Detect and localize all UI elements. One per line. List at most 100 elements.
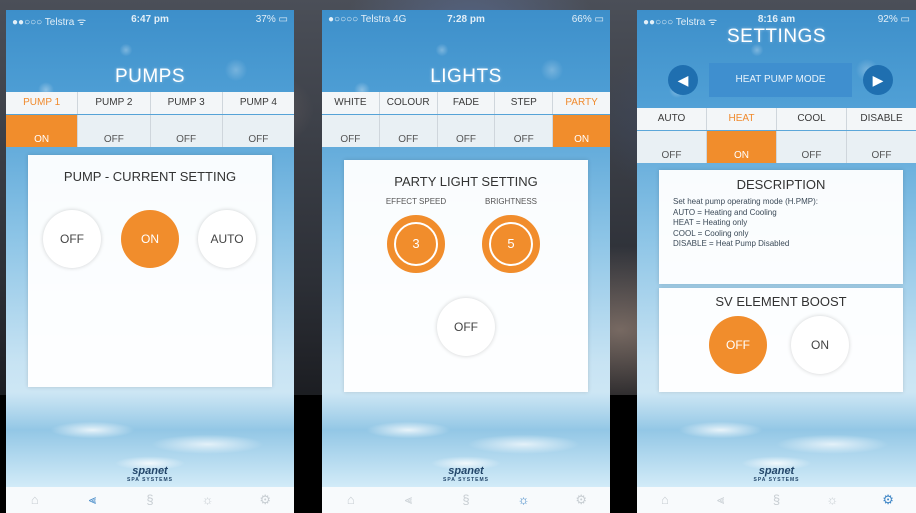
pump-setting-panel: PUMP - CURRENT SETTING OFF ON AUTO	[28, 155, 272, 387]
fade-state: OFF	[437, 115, 496, 147]
brand-logo: spanet SPA SYSTEMS	[322, 465, 610, 483]
bottom-nav: ⌂ ⫷ § ☼ ⚙	[322, 487, 610, 513]
description-line: HEAT = Heating only	[673, 218, 748, 227]
blower-icon[interactable]: §	[458, 492, 474, 508]
pump-icon[interactable]: ⫷	[84, 492, 100, 508]
light-tabs: WHITE COLOUR FADE STEP PARTY	[322, 92, 610, 114]
mode-states: OFF ON OFF OFF	[637, 131, 916, 163]
heat-state: ON	[707, 131, 777, 163]
boost-panel: SV ELEMENT BOOST OFF ON	[659, 288, 903, 392]
settings-gear-icon[interactable]: ⚙	[573, 492, 589, 508]
battery-indicator: 37% ▭	[255, 14, 288, 25]
tab-white[interactable]: WHITE	[322, 92, 380, 114]
tab-disable[interactable]: DISABLE	[847, 108, 916, 130]
next-arrow-icon[interactable]: ▶	[863, 65, 893, 95]
panel-title: PUMP - CURRENT SETTING	[63, 169, 237, 184]
description-line: DISABLE = Heat Pump Disabled	[673, 239, 790, 248]
light-icon[interactable]: ☼	[516, 492, 532, 508]
previous-arrow-icon[interactable]: ◀	[668, 65, 698, 95]
clock: 8:16 am	[757, 14, 796, 25]
brand-tagline: SPA SYSTEMS	[753, 477, 800, 483]
light-icon[interactable]: ☼	[824, 492, 840, 508]
pump-states: ON OFF OFF OFF	[6, 115, 294, 147]
party-state: ON	[553, 115, 610, 147]
tab-auto[interactable]: AUTO	[637, 108, 707, 130]
step-state: OFF	[495, 115, 554, 147]
boost-title: SV ELEMENT BOOST	[715, 294, 847, 309]
description-line: Set heat pump operating mode (H.PMP):	[673, 197, 818, 206]
light-off-button[interactable]: OFF	[437, 298, 495, 356]
tab-pump-2[interactable]: PUMP 2	[78, 92, 151, 114]
tab-pump-3[interactable]: PUMP 3	[150, 92, 223, 114]
tab-pump-4[interactable]: PUMP 4	[222, 92, 294, 114]
description-line: AUTO = Heating and Cooling	[673, 207, 777, 217]
pump-4-state: OFF	[222, 115, 294, 147]
mode-tabs: AUTO HEAT COOL DISABLE	[637, 108, 916, 130]
status-bar: ●○○○○ Telstra 4G 7:28 pm 66% ▭	[322, 10, 610, 30]
pump-2-state: OFF	[78, 115, 151, 147]
bottom-nav: ⌂ ⫷ § ☼ ⚙	[6, 487, 294, 513]
effect-speed-label: EFFECT SPEED	[385, 197, 447, 206]
battery-indicator: 66% ▭	[571, 14, 604, 25]
brand-tagline: SPA SYSTEMS	[126, 477, 173, 483]
brand-name: spanet	[448, 465, 484, 477]
boost-on-button[interactable]: ON	[791, 316, 849, 374]
white-state: OFF	[322, 115, 380, 147]
tab-cool[interactable]: COOL	[777, 108, 847, 130]
home-icon[interactable]: ⌂	[27, 492, 43, 508]
tab-heat[interactable]: HEAT	[707, 108, 777, 130]
brand-tagline: SPA SYSTEMS	[442, 477, 489, 483]
settings-gear-icon[interactable]: ⚙	[880, 492, 896, 508]
brightness-label: BRIGHTNESS	[484, 197, 537, 206]
clock: 7:28 pm	[447, 14, 485, 25]
blower-icon[interactable]: §	[768, 492, 784, 508]
page-title: LIGHTS	[430, 66, 502, 87]
light-icon[interactable]: ☼	[200, 492, 216, 508]
cool-state: OFF	[777, 131, 847, 163]
party-light-panel: PARTY LIGHT SETTING EFFECT SPEED BRIGHTN…	[344, 160, 588, 392]
home-icon[interactable]: ⌂	[343, 492, 359, 508]
colour-state: OFF	[379, 115, 438, 147]
tab-fade[interactable]: FADE	[437, 92, 496, 114]
settings-gear-icon[interactable]: ⚙	[257, 492, 273, 508]
bottom-nav: ⌂ ⫷ § ☼ ⚙	[637, 487, 916, 513]
brightness-dial[interactable]: 5	[482, 215, 540, 273]
panel-title: PARTY LIGHT SETTING	[394, 174, 538, 189]
light-states: OFF OFF OFF OFF ON	[322, 115, 610, 147]
brand-name: spanet	[132, 465, 168, 477]
tab-step[interactable]: STEP	[495, 92, 554, 114]
pump-auto-button[interactable]: AUTO	[198, 210, 256, 268]
pump-off-button[interactable]: OFF	[43, 210, 101, 268]
auto-state: OFF	[637, 131, 707, 163]
pump-icon[interactable]: ⫷	[400, 492, 416, 508]
phone-settings-screen: ●●○○○ Telstra ᯤ 8:16 am 92% ▭ SETTINGS ◀…	[637, 10, 916, 513]
home-icon[interactable]: ⌂	[657, 492, 673, 508]
pump-on-button[interactable]: ON	[121, 210, 179, 268]
disable-state: OFF	[847, 131, 916, 163]
effect-speed-value: 3	[394, 222, 438, 266]
tab-pump-1[interactable]: PUMP 1	[6, 92, 79, 114]
description-line: COOL = Cooling only	[673, 228, 749, 238]
phone-pumps-screen: ●●○○○ Telstra ᯤ 6:47 pm 37% ▭ PUMPS PUMP…	[6, 10, 294, 513]
pump-icon[interactable]: ⫷	[713, 492, 729, 508]
brand-logo: spanet SPA SYSTEMS	[637, 465, 916, 483]
status-bar: ●●○○○ Telstra ᯤ 6:47 pm 37% ▭	[6, 10, 294, 30]
tab-party[interactable]: PARTY	[553, 92, 610, 114]
pump-tabs: PUMP 1 PUMP 2 PUMP 3 PUMP 4	[6, 92, 294, 114]
effect-speed-dial[interactable]: 3	[387, 215, 445, 273]
brightness-value: 5	[489, 222, 533, 266]
phone-lights-screen: ●○○○○ Telstra 4G 7:28 pm 66% ▭ LIGHTS WH…	[322, 10, 610, 513]
description-title: DESCRIPTION	[736, 177, 826, 192]
blower-icon[interactable]: §	[142, 492, 158, 508]
description-body: Set heat pump operating mode (H.PMP): AU…	[673, 197, 897, 250]
page-title: SETTINGS	[726, 26, 826, 47]
pump-3-state: OFF	[150, 115, 223, 147]
description-panel: DESCRIPTION Set heat pump operating mode…	[659, 170, 903, 284]
boost-off-button[interactable]: OFF	[709, 316, 767, 374]
brand-logo: spanet SPA SYSTEMS	[6, 465, 294, 483]
battery-indicator: 92% ▭	[877, 14, 910, 25]
brand-name: spanet	[758, 465, 795, 477]
clock: 6:47 pm	[131, 14, 169, 25]
pump-1-state: ON	[6, 115, 79, 147]
tab-colour[interactable]: COLOUR	[379, 92, 438, 114]
